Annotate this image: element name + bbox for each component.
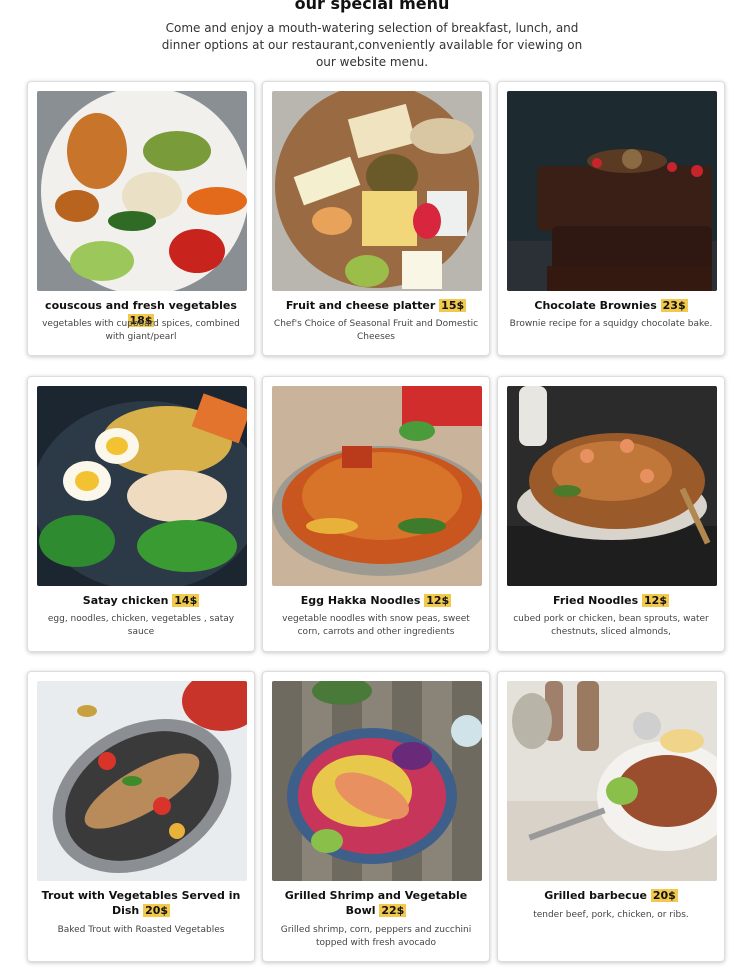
item-description: Chef's Choice of Seasonal Fruit and Dome… xyxy=(273,319,479,342)
price-badge: 15$ xyxy=(439,299,467,312)
item-title: Fried Noodles xyxy=(553,594,639,607)
price-badge: 22$ xyxy=(379,904,407,917)
hakka-noodles-photo xyxy=(272,386,482,586)
intro-text: Come and enjoy a mouth-watering selectio… xyxy=(161,21,583,69)
price-badge: 20$ xyxy=(650,889,678,902)
item-title: Grilled barbecue xyxy=(544,889,647,902)
item-name: Satay chicken 14$ xyxy=(34,593,248,608)
item-name: Grilled Shrimp and Vegetable Bowl 22$ xyxy=(269,888,483,918)
price-badge: 12$ xyxy=(642,594,669,607)
item-description: cubed pork or chicken, bean sprouts, wat… xyxy=(513,614,709,637)
item-title: couscous and fresh vegetables xyxy=(45,299,237,312)
menu-card[interactable]: Trout with Vegetables Served in Dish 20$… xyxy=(27,671,255,962)
item-name: Trout with Vegetables Served in Dish 20$ xyxy=(34,888,248,918)
menu-card[interactable]: Satay chicken 14$ egg, noodles, chicken,… xyxy=(27,376,255,652)
item-title: Fruit and cheese platter xyxy=(285,299,436,312)
fried-noodles-photo xyxy=(507,386,717,586)
item-title: Grilled Shrimp and Vegetable Bowl xyxy=(284,889,468,917)
menu-card[interactable]: couscous and fresh vegetables 18$ vegeta… xyxy=(27,81,255,356)
menu-card[interactable]: Grilled Shrimp and Vegetable Bowl 22$ Gr… xyxy=(262,671,490,962)
vegetable-plate-photo xyxy=(37,91,247,291)
price-badge: 23$ xyxy=(660,299,688,312)
item-name: Fruit and cheese platter 15$ xyxy=(269,298,483,313)
item-title: Chocolate Brownies xyxy=(534,299,657,312)
item-description: tender beef, pork, chicken, or ribs. xyxy=(533,910,689,920)
item-name: Grilled barbecue 20$ xyxy=(504,888,718,903)
item-description: vegetable noodles with snow peas, sweet … xyxy=(282,614,470,637)
item-description: Grilled shrimp, corn, peppers and zucchi… xyxy=(280,925,472,948)
item-name: Chocolate Brownies 23$ xyxy=(504,298,718,313)
item-description: egg, noodles, chicken, vegetables , sata… xyxy=(47,614,235,637)
menu-card[interactable]: Chocolate Brownies 23$ Brownie recipe fo… xyxy=(497,81,725,356)
shrimp-bowl-photo xyxy=(272,681,482,881)
item-title: Egg Hakka Noodles xyxy=(300,594,421,607)
price-badge: 12$ xyxy=(424,594,452,607)
brownies-photo xyxy=(507,91,717,291)
item-name: Fried Noodles 12$ xyxy=(504,593,718,608)
item-description: Brownie recipe for a squidgy chocolate b… xyxy=(509,319,713,329)
price-badge: 14$ xyxy=(172,594,200,607)
cheese-platter-photo xyxy=(272,91,482,291)
item-description: vegetables with cupboard spices, combine… xyxy=(42,319,240,342)
satay-chicken-photo xyxy=(37,386,247,586)
trout-dish-photo xyxy=(37,681,247,881)
item-title: Satay chicken xyxy=(82,594,169,607)
item-title: Trout with Vegetables Served in Dish xyxy=(41,889,241,917)
price-badge: 20$ xyxy=(143,904,171,917)
item-name: Egg Hakka Noodles 12$ xyxy=(269,593,483,608)
menu-card[interactable]: Fruit and cheese platter 15$ Chef's Choi… xyxy=(262,81,490,356)
menu-card[interactable]: Egg Hakka Noodles 12$ vegetable noodles … xyxy=(262,376,490,652)
menu-card[interactable]: Grilled barbecue 20$ tender beef, pork, … xyxy=(497,671,725,962)
menu-card[interactable]: Fried Noodles 12$ cubed pork or chicken,… xyxy=(497,376,725,652)
item-description: Baked Trout with Roasted Vegetables xyxy=(57,925,225,935)
page-title: our special menu xyxy=(294,0,450,13)
barbecue-photo xyxy=(507,681,717,881)
